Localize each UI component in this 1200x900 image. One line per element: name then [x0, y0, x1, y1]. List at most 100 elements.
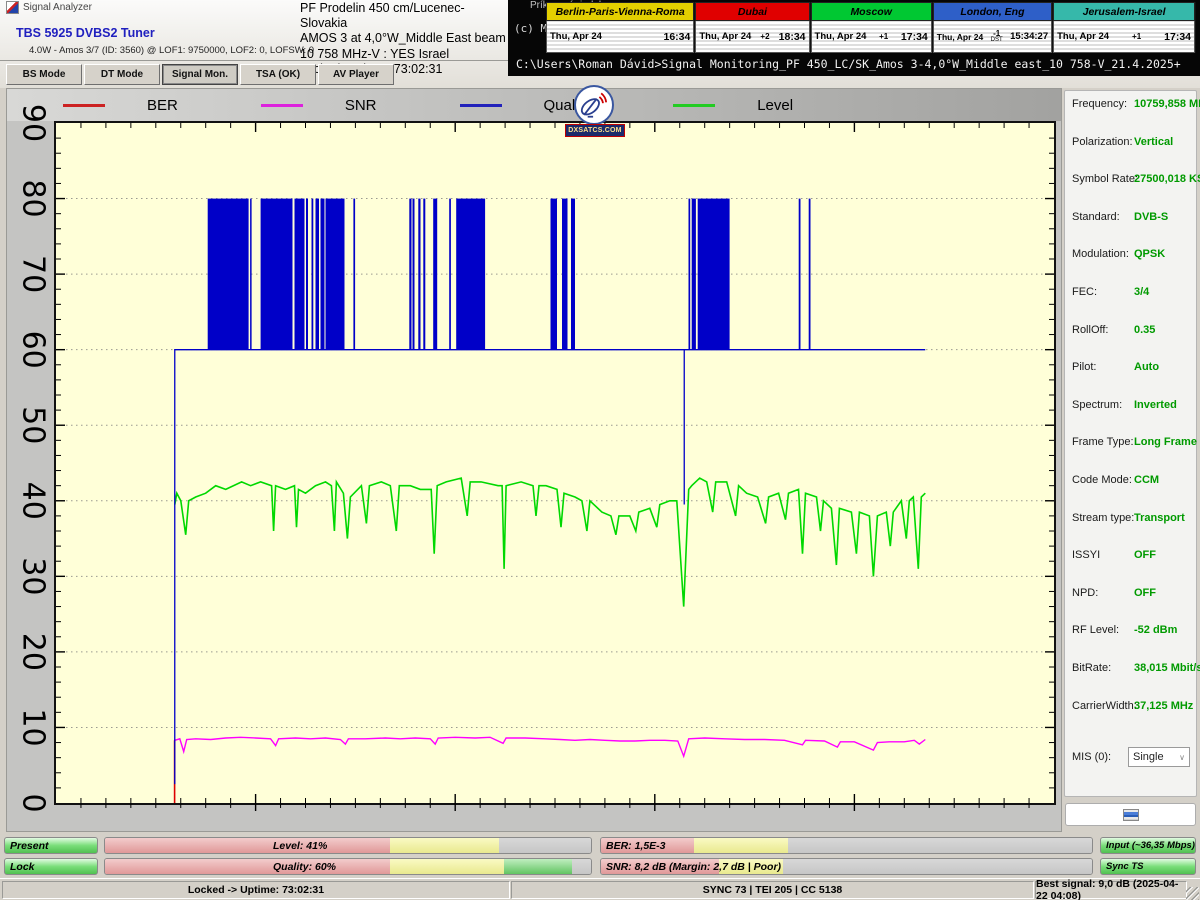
param-label: Spectrum:: [1072, 399, 1134, 411]
param-value: Auto: [1134, 361, 1159, 373]
save-button[interactable]: [1065, 803, 1196, 826]
param-value: CCM: [1134, 474, 1159, 486]
param-value: Inverted: [1134, 399, 1177, 411]
ber-meter-fill: [601, 838, 1092, 853]
clock-time: 18:34: [779, 31, 806, 43]
clock-time-row: Thu, Apr 24 +1 17:34: [811, 21, 932, 53]
level-meter-label: Level: 41%: [273, 840, 327, 852]
param-value: Long Frame: [1134, 436, 1197, 448]
status-best-signal: Best signal: 9,0 dB (2025-04-22 04:08): [1035, 881, 1187, 899]
meter-segment-green: [504, 859, 572, 874]
signal-analyzer-window: Signal Analyzer TBS 5925 DVBS2 Tuner 4.0…: [0, 0, 1200, 900]
clock-time-row: Thu, Apr 24 -1DST 15:34:27: [933, 21, 1052, 53]
param-value: 37,125 MHz: [1134, 700, 1193, 712]
chevron-down-icon: ∨: [1179, 753, 1185, 762]
param-label: Frequency:: [1072, 98, 1134, 110]
tab-signal-mon[interactable]: Signal Mon.: [162, 64, 238, 85]
parameters-panel: Frequency:10759,858 MHz Polarization:Ver…: [1064, 88, 1197, 832]
clock-moscow: Moscow Thu, Apr 24 +1 17:34: [811, 2, 933, 53]
param-label: Standard:: [1072, 211, 1134, 223]
info-line-antenna: PF Prodelin 450 cm/Lucenec-Slovakia: [300, 1, 510, 31]
meter-segment-track: [788, 838, 1092, 853]
console-command-line[interactable]: C:\Users\Roman Dávid>Signal Monitoring_P…: [516, 57, 1181, 71]
mode-tabbar: BS Mode DT Mode Signal Mon. TSA (OK) AV …: [6, 64, 394, 85]
status-sync-counters: SYNC 73 | TEI 205 | CC 5138: [511, 881, 1034, 899]
param-value: 0.35: [1134, 324, 1155, 336]
meter-segment-track: [572, 859, 591, 874]
meter-segment-pink: [105, 838, 390, 853]
clock-city-label: London, Eng: [933, 2, 1052, 21]
param-value: Transport: [1134, 512, 1185, 524]
lock-label: Lock: [10, 861, 35, 873]
meter-segment-yellow: [390, 838, 499, 853]
clock-london: London, Eng Thu, Apr 24 -1DST 15:34:27: [933, 2, 1053, 53]
y-axis-label: 60: [16, 331, 51, 369]
mis-label: MIS (0):: [1072, 751, 1111, 763]
present-indicator: Present: [4, 837, 98, 854]
tuner-settings: 4.0W - Amos 3/7 (ID: 3560) @ LOF1: 97500…: [29, 45, 314, 56]
param-row: CarrierWidth:37,125 MHz: [1072, 700, 1196, 738]
param-row: RF Level:-52 dBm: [1072, 624, 1196, 662]
tab-dt-mode[interactable]: DT Mode: [84, 64, 160, 85]
resize-grip[interactable]: [1186, 887, 1199, 900]
clock-berlin: Berlin-Paris-Vienna-Roma Thu, Apr 24 16:…: [546, 2, 695, 53]
clock-date: Thu, Apr 24: [1057, 31, 1109, 42]
parameters-group: Frequency:10759,858 MHz Polarization:Ver…: [1064, 90, 1197, 797]
param-label: FEC:: [1072, 286, 1134, 298]
world-clocks-widget: Berlin-Paris-Vienna-Roma Thu, Apr 24 16:…: [546, 2, 1196, 53]
tab-tsa[interactable]: TSA (OK): [240, 64, 316, 85]
param-value: 10759,858 MHz: [1134, 98, 1200, 110]
window-titlebar: Signal Analyzer: [6, 1, 92, 14]
clock-jerusalem: Jerusalem-Israel Thu, Apr 24 +1 17:34: [1053, 2, 1196, 53]
y-axis-label: 50: [16, 406, 51, 444]
param-row: RollOff:0.35: [1072, 324, 1196, 362]
status-uptime: Locked -> Uptime: 73:02:31: [2, 881, 510, 899]
meter-segment-yellow: [694, 838, 787, 853]
param-label: Modulation:: [1072, 248, 1134, 260]
quality-meter: Quality: 60%: [104, 858, 592, 875]
param-row: BitRate:38,015 Mbit/s: [1072, 662, 1196, 700]
meter-segment-track: [783, 859, 1092, 874]
param-value: OFF: [1134, 587, 1156, 599]
info-line-satellite: AMOS 3 at 4,0°W_Middle East beam: [300, 31, 510, 46]
mis-select[interactable]: Single ∨: [1128, 747, 1190, 767]
y-axis-label: 10: [16, 708, 51, 746]
param-row: Frame Type:Long Frame: [1072, 436, 1196, 474]
param-row: Modulation:QPSK: [1072, 248, 1196, 286]
satellite-dish-icon: [574, 85, 614, 125]
ber-meter-label: BER: 1,5E-3: [606, 840, 666, 852]
clock-time: 16:34: [664, 31, 691, 43]
param-value: QPSK: [1134, 248, 1165, 260]
param-label: RollOff:: [1072, 324, 1134, 336]
mis-selected-value: Single: [1133, 751, 1164, 763]
tab-bs-mode[interactable]: BS Mode: [6, 64, 82, 85]
present-label: Present: [10, 840, 49, 852]
level-meter: Level: 41%: [104, 837, 592, 854]
param-row: Spectrum:Inverted: [1072, 399, 1196, 437]
param-row: Stream type:Transport: [1072, 512, 1196, 550]
tuner-name: TBS 5925 DVBS2 Tuner: [16, 26, 155, 40]
clock-dubai: Dubai Thu, Apr 24 +2 18:34: [695, 2, 810, 53]
quality-meter-label: Quality: 60%: [273, 861, 336, 873]
param-row: Symbol Rate:27500,018 KS/s: [1072, 173, 1196, 211]
clock-time: 17:34: [901, 31, 928, 43]
sync-ts-indicator: Sync TS: [1100, 858, 1196, 875]
signal-meters: Present Lock Level: 41% Quality: 60% BER…: [0, 837, 1200, 877]
signal-monitor-chart: BER SNR Quality Level 010203040506070809…: [6, 88, 1062, 832]
param-row: Polarization:Vertical: [1072, 136, 1196, 174]
param-row: Code Mode:CCM: [1072, 474, 1196, 512]
clock-time-row: Thu, Apr 24 +1 17:34: [1053, 21, 1195, 53]
meter-segment-pink: [105, 859, 390, 874]
meter-segment-yellow: [390, 859, 504, 874]
clock-offset: +2: [760, 34, 769, 40]
clock-date: Thu, Apr 24: [815, 31, 867, 42]
header-divider: [0, 60, 508, 61]
dxsatcs-logo: DXSATCS.COM: [565, 85, 627, 139]
clock-city-label: Moscow: [811, 2, 932, 21]
param-row: Frequency:10759,858 MHz: [1072, 98, 1196, 136]
param-row: NPD:OFF: [1072, 587, 1196, 625]
tab-av-player[interactable]: AV Player: [318, 64, 394, 85]
console-copyright-fragment: (c) M: [514, 22, 547, 35]
input-label: Input (~36,35 Mbps): [1106, 840, 1195, 851]
param-row: Pilot:Auto: [1072, 361, 1196, 399]
